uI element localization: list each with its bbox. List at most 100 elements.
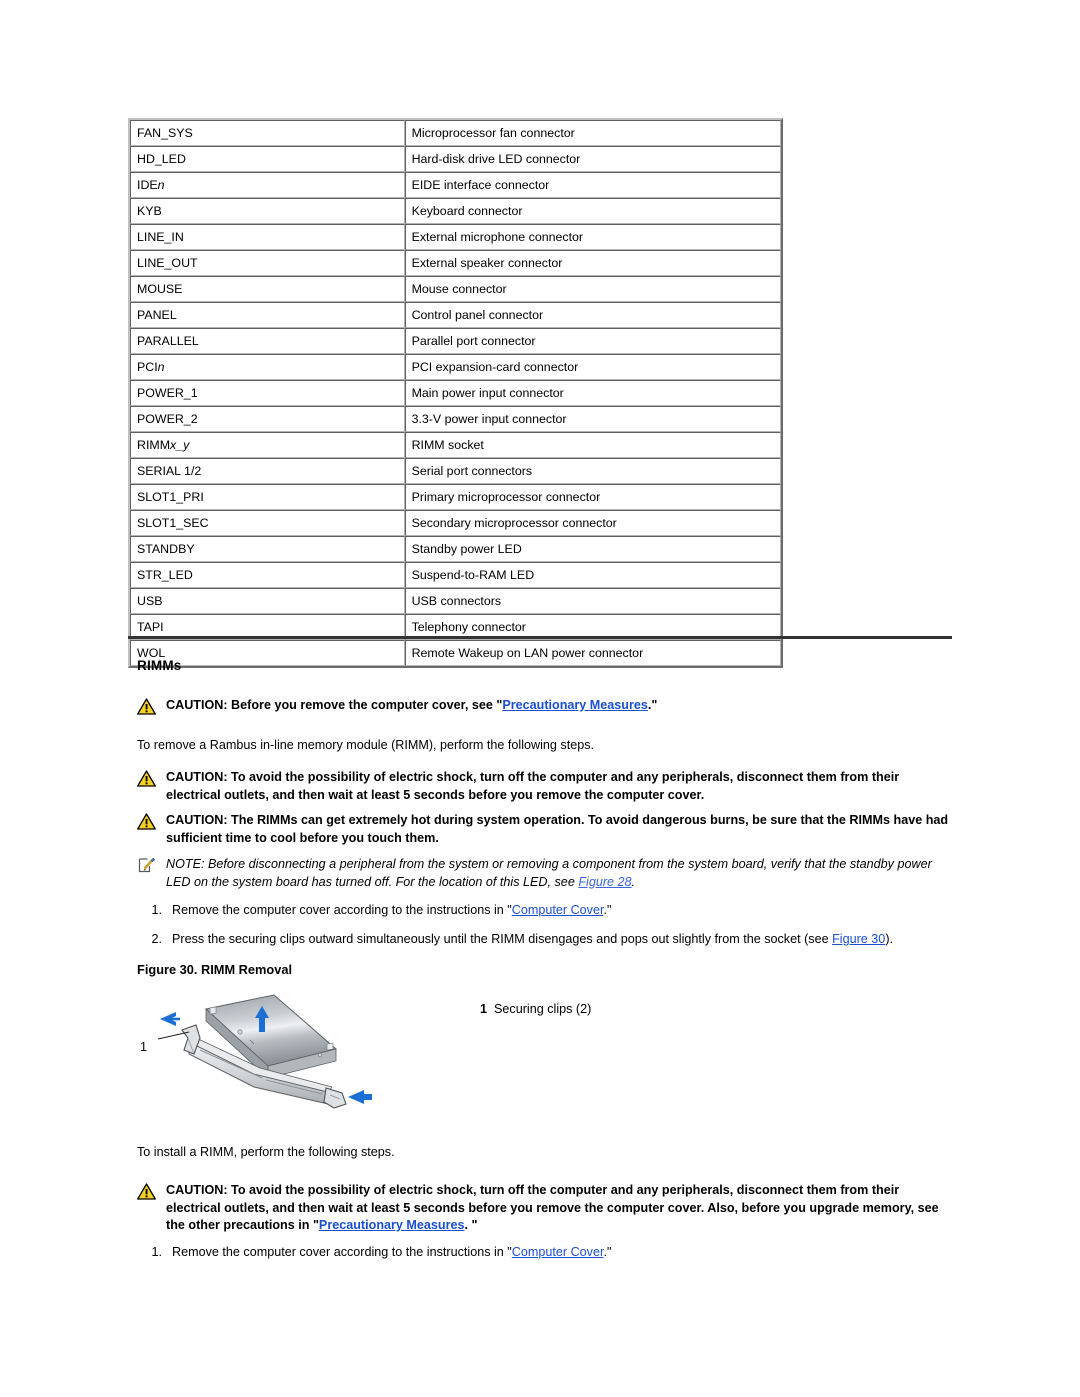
connector-name: HD_LED bbox=[137, 152, 186, 166]
caution-prefix: CAUTION: To avoid the possibility of ele… bbox=[166, 1183, 939, 1232]
warning-triangle-icon bbox=[137, 1182, 159, 1205]
connector-desc-cell: Microprocessor fan connector bbox=[404, 120, 781, 146]
connector-table: FAN_SYS Microprocessor fan connector HD_… bbox=[128, 118, 783, 668]
connector-name: STANDBY bbox=[137, 542, 195, 556]
figure-caption: Figure 30. RIMM Removal bbox=[137, 962, 293, 977]
connector-name-cell: MOUSE bbox=[130, 276, 405, 302]
connector-name-variable: x_y bbox=[170, 438, 190, 452]
figure-28-link[interactable]: Figure 28 bbox=[578, 875, 631, 889]
connector-name: LINE_OUT bbox=[137, 256, 198, 270]
connector-desc-cell: RIMM socket bbox=[404, 432, 781, 458]
connector-desc-cell: Secondary microprocessor connector bbox=[404, 510, 781, 536]
precautionary-measures-link[interactable]: Precautionary Measures bbox=[319, 1218, 465, 1232]
table-row: SLOT1_SEC Secondary microprocessor conne… bbox=[130, 510, 781, 536]
step-prefix: Press the securing clips outward simulta… bbox=[172, 932, 833, 946]
connector-desc-cell: Keyboard connector bbox=[404, 198, 781, 224]
warning-triangle-icon bbox=[137, 697, 159, 720]
table-row: STR_LED Suspend-to-RAM LED bbox=[130, 562, 781, 588]
connector-desc-cell: Suspend-to-RAM LED bbox=[404, 562, 781, 588]
direction-arrow-right-icon bbox=[348, 1090, 372, 1104]
note-suffix: . bbox=[631, 874, 636, 889]
document-page: FAN_SYS Microprocessor fan connector HD_… bbox=[0, 0, 1080, 1397]
caution-prefix: CAUTION: Before you remove the computer … bbox=[166, 698, 503, 712]
table-row: SLOT1_PRI Primary microprocessor connect… bbox=[130, 484, 781, 510]
connector-name: SLOT1_SEC bbox=[137, 516, 209, 530]
connector-name: FAN_SYS bbox=[137, 126, 193, 140]
connector-desc-cell: USB connectors bbox=[404, 588, 781, 614]
page-title: RIMMs bbox=[137, 658, 182, 673]
connector-name-variable: n bbox=[157, 178, 165, 192]
connector-name-cell: RIMMx_y bbox=[130, 432, 405, 458]
connector-name-cell: SERIAL 1/2 bbox=[130, 458, 405, 484]
step-suffix: ." bbox=[603, 1245, 612, 1259]
intro-remove-paragraph: To remove a Rambus in-line memory module… bbox=[137, 738, 595, 752]
connector-name-cell: STANDBY bbox=[130, 536, 405, 562]
table-row: POWER_2 3.3-V power input connector bbox=[130, 406, 781, 432]
table-row: LINE_OUT External speaker connector bbox=[130, 250, 781, 276]
connector-name-cell: IDEn bbox=[130, 172, 405, 198]
connector-name-cell: PANEL bbox=[130, 302, 405, 328]
computer-cover-link[interactable]: Computer Cover bbox=[512, 1245, 604, 1259]
connector-name-variable: n bbox=[157, 360, 165, 374]
connector-name-cell: POWER_2 bbox=[130, 406, 405, 432]
table-row: IDEn EIDE interface connector bbox=[130, 172, 781, 198]
table-row: POWER_1 Main power input connector bbox=[130, 380, 781, 406]
connector-name-cell: PARALLEL bbox=[130, 328, 405, 354]
connector-name: SLOT1_PRI bbox=[137, 490, 204, 504]
warning-triangle-icon bbox=[137, 812, 159, 835]
list-item: 1. Remove the computer cover according t… bbox=[137, 902, 957, 919]
table-row: HD_LED Hard-disk drive LED connector bbox=[130, 146, 781, 172]
caution-suffix: . " bbox=[464, 1218, 478, 1232]
figure-legend: 1 Securing clips (2) bbox=[480, 1001, 591, 1017]
precautionary-measures-link[interactable]: Precautionary Measures bbox=[502, 698, 648, 712]
step-prefix: Remove the computer cover according to t… bbox=[172, 1245, 512, 1259]
figure-callout-1: 1 bbox=[140, 1040, 148, 1054]
connector-desc-cell: Main power input connector bbox=[404, 380, 781, 406]
connector-name: IDE bbox=[137, 178, 158, 192]
table-row: WOL Remote Wakeup on LAN power connector bbox=[130, 640, 781, 666]
list-item: 2. Press the securing clips outward simu… bbox=[137, 931, 967, 948]
rimm-removal-illustration bbox=[134, 992, 384, 1127]
section-divider bbox=[128, 636, 952, 639]
connector-desc-cell: Hard-disk drive LED connector bbox=[404, 146, 781, 172]
connector-desc-cell: EIDE interface connector bbox=[404, 172, 781, 198]
caution-text-3: CAUTION: The RIMMs can get extremely hot… bbox=[166, 813, 949, 845]
step-suffix: ." bbox=[603, 903, 612, 917]
connector-desc-cell: Remote Wakeup on LAN power connector bbox=[404, 640, 781, 666]
connector-name: POWER_1 bbox=[137, 386, 198, 400]
table-row: FAN_SYS Microprocessor fan connector bbox=[130, 120, 781, 146]
note-prefix: NOTE: Before disconnecting a peripheral … bbox=[166, 857, 932, 889]
list-item: 1. Remove the computer cover according t… bbox=[137, 1244, 957, 1261]
connector-name-cell: KYB bbox=[130, 198, 405, 224]
table-row: MOUSE Mouse connector bbox=[130, 276, 781, 302]
connector-table-body: FAN_SYS Microprocessor fan connector HD_… bbox=[130, 120, 781, 666]
table-row: RIMMx_y RIMM socket bbox=[130, 432, 781, 458]
intro-install-paragraph: To install a RIMM, perform the following… bbox=[137, 1145, 395, 1159]
figure-legend-label: Securing clips (2) bbox=[494, 1002, 592, 1016]
connector-name: PARALLEL bbox=[137, 334, 199, 348]
step-number: 1. bbox=[151, 1245, 162, 1259]
table-row: PCIn PCI expansion-card connector bbox=[130, 354, 781, 380]
connector-desc-cell: Parallel port connector bbox=[404, 328, 781, 354]
connector-desc-cell: Control panel connector bbox=[404, 302, 781, 328]
figure-legend-number: 1 bbox=[480, 1002, 488, 1016]
note-text-1: NOTE: Before disconnecting a peripheral … bbox=[166, 856, 953, 891]
connector-name-cell: FAN_SYS bbox=[130, 120, 405, 146]
connector-name-cell: POWER_1 bbox=[130, 380, 405, 406]
table-row: STANDBY Standby power LED bbox=[130, 536, 781, 562]
caution-block-2: CAUTION: To avoid the possibility of ele… bbox=[137, 769, 953, 804]
connector-name: TAPI bbox=[137, 620, 164, 634]
connector-desc-cell: Standby power LED bbox=[404, 536, 781, 562]
caution-block-4: CAUTION: To avoid the possibility of ele… bbox=[137, 1182, 953, 1235]
computer-cover-link[interactable]: Computer Cover bbox=[512, 903, 604, 917]
caution-text-4: CAUTION: To avoid the possibility of ele… bbox=[166, 1182, 953, 1235]
connector-table-container: FAN_SYS Microprocessor fan connector HD_… bbox=[128, 118, 783, 668]
connector-name-cell: SLOT1_PRI bbox=[130, 484, 405, 510]
connector-name-cell: USB bbox=[130, 588, 405, 614]
step-text: Remove the computer cover according to t… bbox=[172, 902, 611, 919]
note-block-1: NOTE: Before disconnecting a peripheral … bbox=[137, 856, 953, 891]
connector-name-cell: SLOT1_SEC bbox=[130, 510, 405, 536]
connector-name: RIMM bbox=[137, 438, 171, 452]
figure-30-link[interactable]: Figure 30 bbox=[832, 932, 885, 946]
table-row: SERIAL 1/2 Serial port connectors bbox=[130, 458, 781, 484]
